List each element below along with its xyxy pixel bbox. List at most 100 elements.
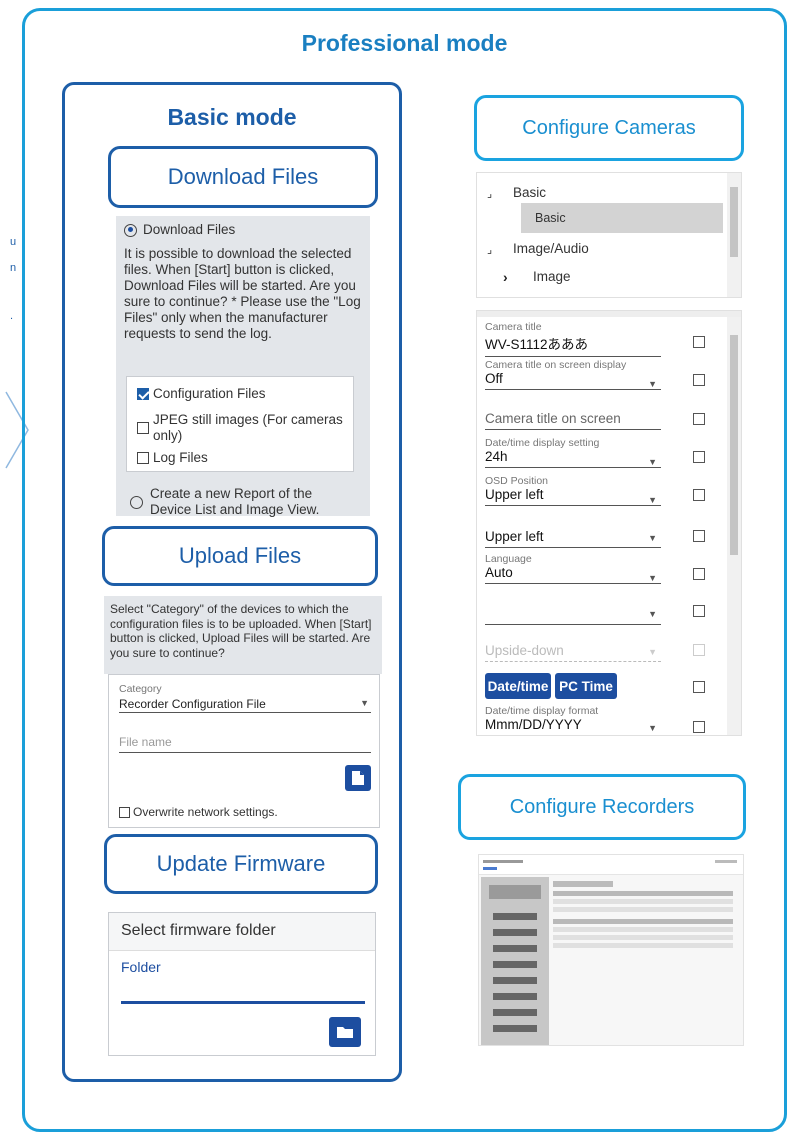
file-browse-button[interactable]	[345, 765, 371, 791]
scroll-thumb[interactable]	[730, 335, 738, 555]
upload-files-button[interactable]: Upload Files	[102, 526, 378, 586]
field-osd-position-2[interactable]: Upper left ▼	[485, 519, 661, 549]
thumb-icons	[483, 867, 497, 870]
configure-recorders-button[interactable]: Configure Recorders	[458, 774, 746, 840]
field-label: OSD Position	[485, 475, 549, 487]
thumb-tabs	[553, 881, 613, 887]
field-checkbox[interactable]	[693, 721, 705, 733]
radio-create-report-label: Create a new Report of the Device List a…	[150, 486, 320, 517]
option-configuration-files[interactable]: Configuration Files	[137, 386, 266, 402]
download-options-box: Configuration Files JPEG still images (F…	[126, 376, 354, 472]
collapse-icon: ⌟	[487, 187, 493, 200]
field-camera-title-on-screen[interactable]: Camera title on screen	[485, 403, 661, 433]
field-value: Off	[485, 371, 661, 390]
thumb-sidebar	[481, 877, 549, 1045]
field-value: Upper left	[485, 519, 661, 548]
update-firmware-button[interactable]: Update Firmware	[104, 834, 378, 894]
thumb-section	[553, 919, 733, 924]
field-value: Camera title on screen	[485, 403, 661, 430]
thumb-sidebar-header	[489, 885, 541, 899]
option-jpeg-still-images[interactable]: JPEG still images (For cameras only)	[137, 412, 353, 444]
field-checkbox[interactable]	[693, 568, 705, 580]
field-value: Auto	[485, 565, 661, 584]
thumb-sidebar-item	[493, 913, 537, 920]
left-fragment-a: u	[10, 236, 17, 248]
thumb-sidebar-item	[493, 993, 537, 1000]
category-label: Category	[119, 683, 162, 695]
field-camera-title-osd[interactable]: Camera title on screen display Off ▼	[485, 359, 661, 395]
field-value: Mmm/DD/YYYY	[485, 717, 582, 732]
upload-description-panel: Select "Category" of the devices to whic…	[104, 596, 382, 674]
thumb-sidebar-item	[493, 977, 537, 984]
thumb-row	[553, 927, 733, 932]
radio-download-files[interactable]: Download Files	[124, 222, 235, 238]
chevron-down-icon: ▼	[648, 573, 657, 583]
tree-item-basic-selected[interactable]: Basic	[521, 203, 723, 233]
datetime-button[interactable]: Date/time	[485, 673, 551, 699]
field-empty-select[interactable]: ▼	[485, 591, 661, 625]
radio-create-report[interactable]: Create a new Report of the Device List a…	[130, 486, 350, 518]
tree-item-image-audio[interactable]: ⌟ Image/Audio	[487, 235, 723, 263]
left-fragment-b: n	[10, 262, 17, 274]
checkbox-icon	[137, 422, 149, 434]
file-icon	[352, 771, 364, 785]
field-osd-position[interactable]: OSD Position Upper left ▼	[485, 475, 661, 511]
file-name-input[interactable]: File name	[119, 733, 371, 753]
configure-cameras-button[interactable]: Configure Cameras	[474, 95, 744, 161]
radio-download-files-label: Download Files	[143, 222, 236, 237]
camera-tree-panel: ⌟ Basic Basic ⌟ Image/Audio › Image	[476, 172, 742, 298]
tree-item-label: Basic	[535, 211, 566, 225]
scroll-thumb[interactable]	[730, 187, 738, 257]
thumb-row	[553, 935, 733, 940]
option-log-files[interactable]: Log Files	[137, 450, 208, 466]
chevron-down-icon: ▼	[648, 647, 657, 657]
file-name-placeholder: File name	[119, 735, 172, 749]
field-checkbox	[693, 644, 705, 656]
overwrite-network-checkbox[interactable]: Overwrite network settings.	[119, 805, 278, 820]
checkbox-icon	[119, 806, 130, 818]
pc-time-button[interactable]: PC Time	[555, 673, 617, 699]
folder-browse-button[interactable]	[329, 1017, 361, 1047]
thumb-sidebar-item	[493, 1025, 537, 1032]
camera-settings-panel: Camera title WV-S1112あああ Camera title on…	[476, 310, 742, 736]
field-checkbox[interactable]	[693, 530, 705, 542]
field-checkbox[interactable]	[693, 374, 705, 386]
field-label: Language	[485, 553, 532, 565]
thumb-title-line	[483, 860, 523, 863]
option-label: Log Files	[153, 450, 208, 465]
thumb-content	[553, 881, 739, 981]
thumb-row	[553, 899, 733, 904]
field-datetime-format[interactable]: Date/time display format Mmm/DD/YYYY ▼	[485, 705, 661, 737]
thumb-titlebar	[479, 855, 743, 875]
field-language[interactable]: Language Auto ▼	[485, 553, 661, 589]
radio-icon	[124, 223, 137, 237]
field-value	[485, 591, 661, 625]
category-select[interactable]: Recorder Configuration File ▼	[119, 695, 371, 713]
field-checkbox[interactable]	[693, 451, 705, 463]
field-checkbox[interactable]	[693, 681, 705, 693]
tree-item-image[interactable]: › Image	[503, 263, 723, 291]
field-datetime-setting[interactable]: Date/time display setting 24h ▼	[485, 437, 661, 473]
field-upside-down: Upside-down ▼	[485, 633, 661, 665]
thumb-sidebar-item	[493, 1009, 537, 1016]
field-camera-title[interactable]: Camera title WV-S1112あああ	[485, 321, 661, 357]
field-value: 24h	[485, 449, 661, 468]
field-label: Camera title	[485, 321, 542, 333]
tree-item-label: Basic	[513, 185, 547, 200]
thumb-sidebar-item	[493, 929, 537, 936]
field-checkbox[interactable]	[693, 336, 705, 348]
firmware-panel: Select firmware folder Folder	[108, 912, 376, 1056]
radio-icon	[130, 495, 143, 509]
download-files-button[interactable]: Download Files	[108, 146, 378, 208]
download-panel: Download Files It is possible to downloa…	[116, 216, 370, 518]
tree-scrollbar[interactable]	[727, 173, 741, 297]
checkbox-icon	[137, 452, 149, 464]
field-checkbox[interactable]	[693, 489, 705, 501]
chevron-down-icon: ▼	[360, 698, 369, 708]
left-fragment-c: .	[10, 310, 14, 322]
firmware-select-header: Select firmware folder	[109, 913, 375, 951]
folder-input[interactable]	[121, 1001, 365, 1004]
field-checkbox[interactable]	[693, 413, 705, 425]
field-checkbox[interactable]	[693, 605, 705, 617]
settings-scrollbar[interactable]	[727, 317, 741, 735]
